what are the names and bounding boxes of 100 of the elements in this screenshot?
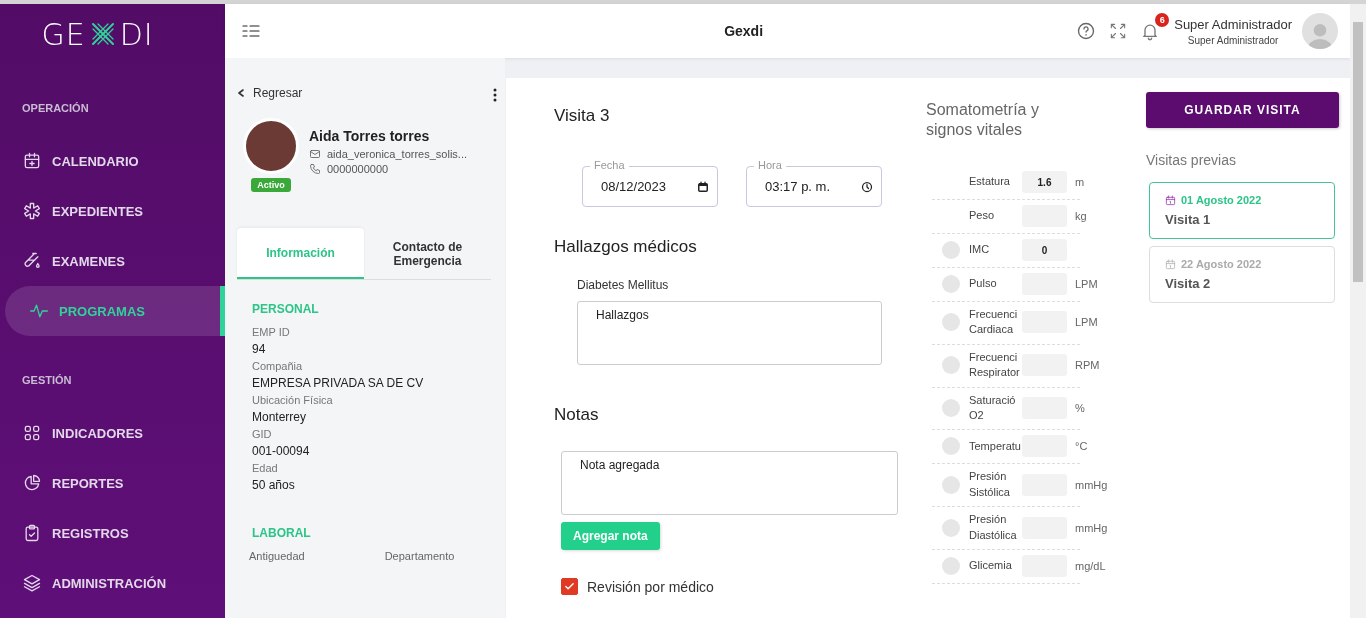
vital-input[interactable]: 1.6 — [1022, 171, 1067, 193]
sidebar-item[interactable]: INDICADORES — [0, 408, 225, 458]
user-name: Super Administrador — [1174, 16, 1292, 32]
visit-date: 01 Agosto 2022 — [1181, 194, 1262, 206]
calendar-icon — [1165, 194, 1176, 206]
visit-name: Visita 2 — [1165, 276, 1212, 291]
calendar-icon — [22, 151, 42, 171]
status-badge: Activo — [251, 178, 291, 192]
findings-field[interactable]: Hallazgos — [577, 301, 882, 365]
section-title: Hallazgos médicos — [554, 237, 698, 257]
visit-date: 22 Agosto 2022 — [1181, 258, 1262, 270]
field-label: GID — [252, 428, 273, 440]
field-label: Edad — [252, 462, 279, 474]
asterisk-icon — [22, 201, 42, 221]
more-options-icon[interactable] — [493, 88, 497, 102]
back-link[interactable]: Regresar — [237, 86, 493, 100]
toggle-dot[interactable] — [942, 241, 960, 259]
unit-label: m — [1075, 176, 1085, 188]
field-value: 50 años — [252, 478, 296, 492]
logo-text: GE — [41, 16, 86, 52]
unit-label: mg/dL — [1075, 559, 1106, 572]
test-tube-icon — [22, 251, 42, 271]
clock-icon — [861, 180, 873, 193]
vital-label: Pulso — [969, 276, 998, 292]
field-label: Compañia — [252, 360, 304, 372]
vital-label: IMC — [969, 242, 991, 258]
vital-label: Estatura — [969, 174, 1011, 190]
unit-label: % — [1075, 401, 1085, 414]
vital-label: Frecuenci Respirator — [969, 349, 1021, 381]
save-visit-button[interactable]: GUARDAR VISITA — [1146, 92, 1339, 128]
visit-card[interactable]: 22 Agosto 2022 Visita 2 — [1149, 246, 1335, 303]
layers-icon — [22, 573, 42, 593]
vital-label: Temperatu — [969, 438, 1022, 454]
visit-name: Visita 1 — [1165, 212, 1212, 227]
toggle-dot[interactable] — [942, 398, 960, 417]
sidebar-item[interactable]: CALENDARIO — [0, 136, 225, 186]
sidebar-item[interactable]: EXPEDIENTES — [0, 186, 225, 236]
checkmark-icon — [564, 581, 575, 592]
vital-label: Saturació O2 — [969, 392, 1017, 423]
vital-label: Peso — [969, 208, 996, 224]
sidebar-item[interactable]: ADMINISTRACIÓN — [0, 558, 225, 608]
calendar-icon — [1165, 258, 1176, 270]
field-value: 94 — [252, 342, 267, 356]
page-title: Gexdi — [723, 23, 765, 39]
toggle-dot[interactable] — [942, 518, 960, 537]
toggle-dot[interactable] — [942, 275, 960, 293]
envelope-icon — [309, 148, 321, 160]
section-heading: PERSONAL — [252, 302, 320, 316]
chevron-left-icon — [237, 89, 245, 97]
unit-label: °C — [1075, 440, 1088, 453]
checkbox-label: Revisión por médico — [587, 578, 714, 595]
sidebar-item[interactable]: PROGRAMAS — [5, 286, 225, 336]
field-value: 001-00094 — [252, 444, 311, 458]
section-title: OPERACIÓN — [21, 102, 90, 114]
section-title: Notas — [554, 405, 600, 425]
vital-label: Presión Sistólica — [969, 469, 1011, 500]
sidebar-item[interactable]: EXAMENES — [0, 236, 225, 286]
section-heading: LABORAL — [252, 526, 312, 540]
sidebar-item[interactable]: REGISTROS — [0, 508, 225, 558]
patient-name: Aida Torres torres — [309, 128, 431, 144]
toggle-dot[interactable] — [942, 556, 960, 575]
scrollbar-thumb[interactable] — [1353, 22, 1363, 282]
unit-label: mmHg — [1075, 478, 1108, 491]
toggle-dot[interactable] — [942, 437, 960, 456]
unit-label: RPM — [1075, 359, 1100, 372]
vital-label: Glicemia — [969, 558, 1013, 574]
section-title: GESTIÓN — [21, 374, 73, 386]
note-field[interactable]: Nota agregada — [561, 451, 898, 515]
visit-title: Visita 3 — [554, 106, 611, 126]
field-label: Fecha — [590, 159, 629, 172]
field-label: Antiguedad — [249, 550, 305, 562]
menu-icon[interactable] — [241, 24, 261, 38]
unit-label: LPM — [1075, 316, 1098, 329]
section-title: Somatometría y signos vitales — [926, 100, 1040, 140]
help-icon[interactable] — [1076, 21, 1097, 41]
notification-badge: 6 — [1155, 13, 1170, 27]
toggle-dot[interactable] — [942, 475, 960, 494]
field-label: Departamento — [384, 550, 455, 562]
patient-email: aida_veronica_torres_solis... — [327, 148, 468, 160]
tab[interactable]: Contacto de Emergencia — [364, 228, 491, 279]
vital-label: Presión Diastólica — [969, 512, 1018, 543]
logo-text: DI — [119, 16, 154, 52]
vital-input[interactable]: 0 — [1022, 239, 1067, 261]
field-value: Monterrey — [252, 410, 308, 424]
visit-card[interactable]: 01 Agosto 2022 Visita 1 — [1149, 182, 1335, 239]
finding-label: Diabetes Mellitus — [577, 278, 670, 292]
field-label: Hora — [754, 159, 786, 172]
phone-icon — [309, 163, 321, 175]
field-value: EMPRESA PRIVADA SA DE CV — [252, 376, 425, 390]
field-label: EMP ID — [252, 326, 291, 338]
checkbox[interactable] — [561, 578, 578, 595]
grid-icon — [22, 423, 42, 443]
sidebar-item[interactable]: REPORTES — [0, 458, 225, 508]
user-avatar[interactable] — [1302, 13, 1338, 49]
vital-label: Frecuenci Cardiaca — [969, 307, 1019, 338]
toggle-dot[interactable] — [942, 313, 960, 332]
user-role: Super Administrador — [1187, 34, 1279, 46]
toggle-dot[interactable] — [942, 356, 960, 375]
unit-label: LPM — [1075, 278, 1098, 290]
unit-label: mmHg — [1075, 521, 1108, 534]
